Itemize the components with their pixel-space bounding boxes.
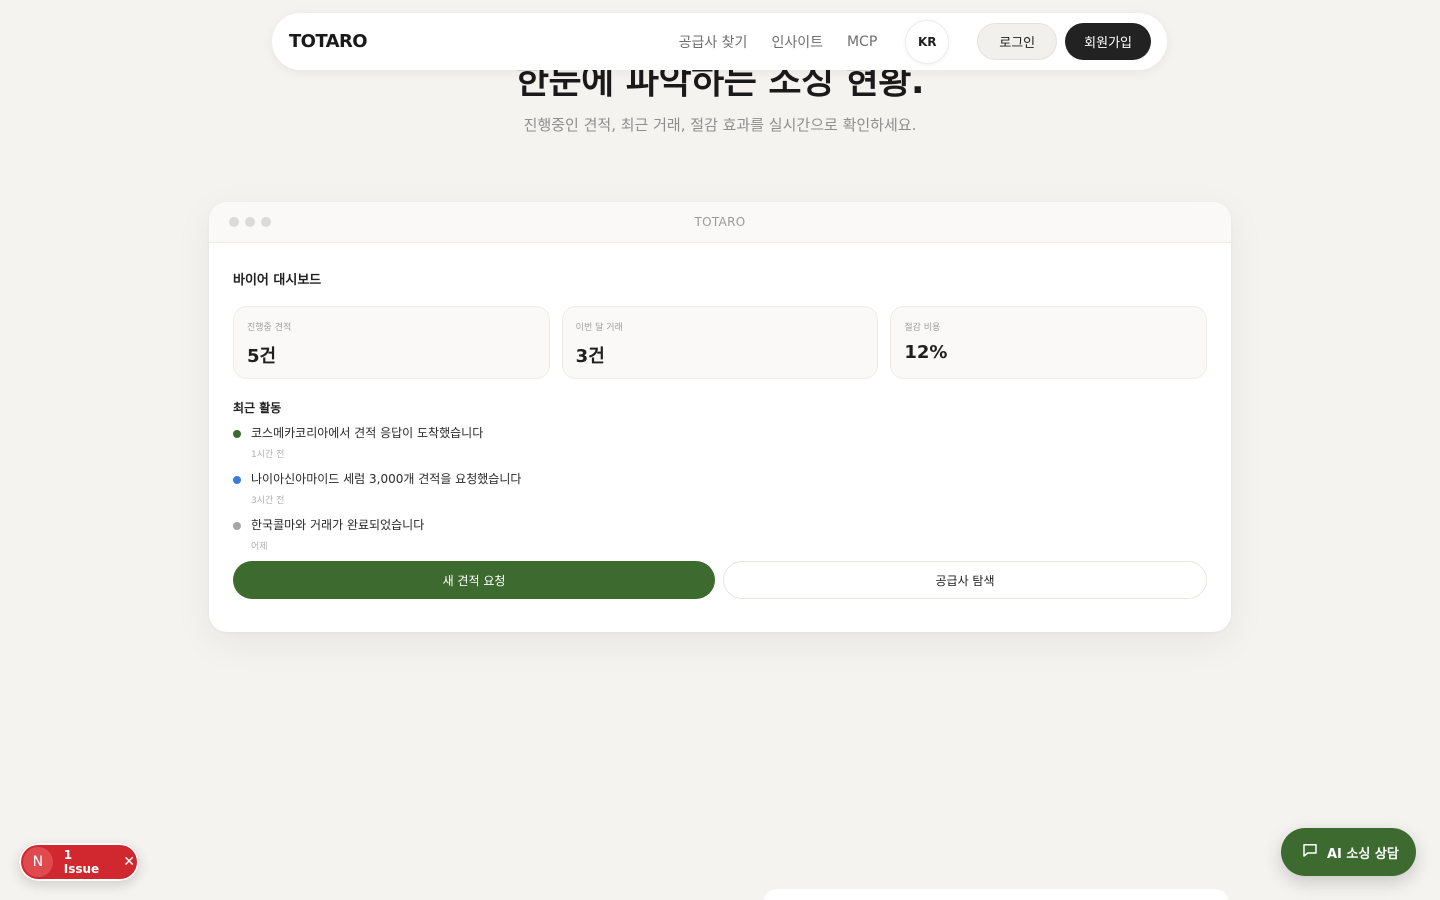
activity-text: 코스메카코리아에서 견적 응답이 도착했습니다 [251,426,484,440]
activity-list: 코스메카코리아에서 견적 응답이 도착했습니다 1시간 전 나이아신아마이드 세… [233,424,1207,562]
logo[interactable]: TOTARO [289,31,368,52]
n-logo-icon: N [23,847,53,877]
window-dot-icon [245,217,255,227]
stats-row: 진행중 견적 5건 이번 달 거래 3건 절감 비용 12% [233,306,1208,379]
activity-time: 1시간 전 [251,450,285,460]
ai-consult-button[interactable]: AI 소싱 상담 [1281,828,1416,876]
stat-card-quotes: 진행중 견적 5건 [233,306,550,379]
list-item: 한국콜마와 거래가 완료되었습니다 어제 [233,516,1207,562]
window-dots [229,217,277,227]
window-title: TOTARO [694,215,746,229]
action-buttons: 새 견적 요청 공급사 탐색 [233,561,1207,599]
nav-link-mcp[interactable]: MCP [847,34,877,50]
stat-value: 3건 [575,346,605,367]
nav-links: 공급사 찾기 인사이트 MCP [679,32,878,52]
activity-title: 최근 활동 [233,401,282,415]
status-dot-icon [233,430,241,438]
stat-label: 이번 달 거래 [575,323,623,333]
stat-label: 진행중 견적 [247,323,292,333]
top-nav: TOTARO 공급사 찾기 인사이트 MCP KR 로그인 회원가입 [272,13,1167,70]
issue-badge[interactable]: N 1 Issue ✕ [19,843,139,881]
list-item: 코스메카코리아에서 견적 응답이 도착했습니다 1시간 전 [233,424,1207,470]
new-quote-button[interactable]: 새 견적 요청 [233,561,715,599]
signup-button[interactable]: 회원가입 [1065,23,1151,60]
page: 한눈에 파악하는 소싱 현황. 진행중인 견적, 최근 거래, 절감 효과를 실… [0,0,1440,900]
activity-time: 어제 [251,542,268,552]
explore-suppliers-button[interactable]: 공급사 탐색 [723,561,1207,599]
login-button[interactable]: 로그인 [977,23,1058,60]
status-dot-icon [233,522,241,530]
next-section-card [763,889,1229,900]
status-dot-icon [233,476,241,484]
dashboard-body: 바이어 대시보드 진행중 견적 5건 이번 달 거래 3건 절감 비용 12% … [209,243,1231,599]
language-button[interactable]: KR [905,19,950,64]
activity-text: 나이아신아마이드 세럼 3,000개 견적을 요청했습니다 [251,472,522,486]
stat-card-deals: 이번 달 거래 3건 [561,306,879,379]
stat-label: 절감 비용 [904,323,941,333]
window-dot-icon [229,217,239,227]
issue-count: 1 Issue [63,848,100,876]
dashboard-preview-card: TOTARO 바이어 대시보드 진행중 견적 5건 이번 달 거래 3건 절감 … [209,202,1231,632]
activity-time: 3시간 전 [251,496,285,506]
close-icon[interactable]: ✕ [123,854,135,870]
nav-link-suppliers[interactable]: 공급사 찾기 [679,32,748,52]
window-dot-icon [261,217,271,227]
list-item: 나이아신아마이드 세럼 3,000개 견적을 요청했습니다 3시간 전 [233,470,1207,516]
window-title-bar: TOTARO [209,202,1231,243]
stat-value: 12% [904,342,948,363]
hero-subtitle: 진행중인 견적, 최근 거래, 절감 효과를 실시간으로 확인하세요. [523,116,917,134]
chat-bubble-icon [1301,841,1319,863]
activity-text: 한국콜마와 거래가 완료되었습니다 [251,518,425,532]
stat-value: 5건 [247,346,277,367]
nav-link-insights[interactable]: 인사이트 [771,32,823,52]
ai-consult-label: AI 소싱 상담 [1327,846,1399,862]
stat-card-savings: 절감 비용 12% [890,306,1208,379]
dashboard-title: 바이어 대시보드 [233,273,322,288]
